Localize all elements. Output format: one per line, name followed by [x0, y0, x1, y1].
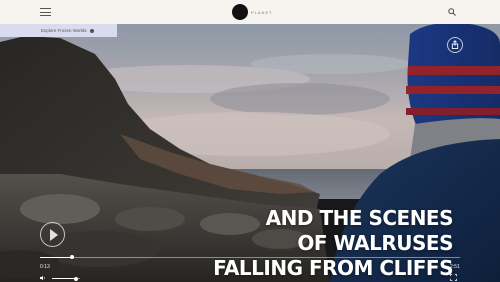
chip-indicator-dot	[89, 28, 94, 33]
duration: 2:51	[450, 264, 460, 270]
site-header: PLANET	[0, 0, 500, 24]
logo-text: PLANET	[251, 9, 273, 15]
site-logo[interactable]: PLANET	[232, 4, 273, 20]
progress-knob[interactable]	[69, 255, 74, 259]
share-button[interactable]	[447, 37, 463, 53]
volume-slider[interactable]	[52, 276, 80, 281]
search-icon[interactable]	[448, 8, 456, 16]
volume-fill	[52, 278, 76, 279]
caption-line-1: AND THE SCENES	[265, 206, 454, 230]
progress-bar[interactable]	[40, 255, 460, 259]
play-button[interactable]	[40, 222, 65, 247]
progress-fill	[40, 257, 72, 258]
explore-frozen-worlds-chip[interactable]: Explore Frozen Worlds	[0, 24, 117, 37]
play-icon	[50, 229, 58, 241]
hamburger-icon[interactable]	[40, 8, 51, 16]
caption-line-3: FALLING FROM CLIFFS	[213, 256, 453, 280]
current-time: 0:13	[40, 264, 50, 270]
video-caption: AND THE SCENES OF WALRUSES FALLING FROM …	[213, 206, 453, 281]
explore-chip-label: Explore Frozen Worlds	[41, 28, 87, 33]
logo-mark	[232, 4, 248, 20]
caption-line-2: OF WALRUSES	[297, 231, 453, 255]
volume-icon[interactable]	[40, 275, 46, 281]
fullscreen-icon[interactable]	[450, 274, 457, 281]
volume-knob[interactable]	[73, 276, 78, 281]
share-icon	[451, 40, 459, 49]
